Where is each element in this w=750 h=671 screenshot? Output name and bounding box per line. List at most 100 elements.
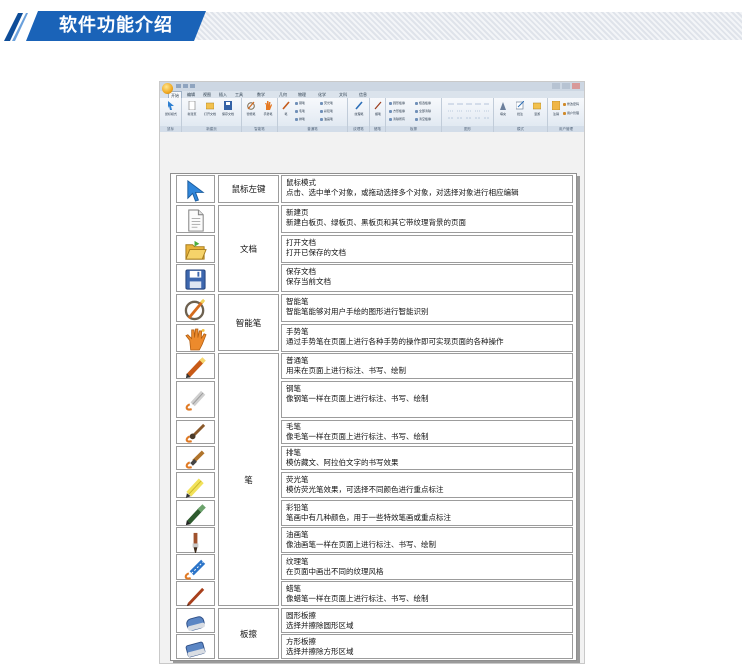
ribbon-group-pens: 笔 钢笔 毛笔 排笔 荧光笔 彩铅笔 油画笔 普通笔 (278, 98, 348, 132)
section-title: 软件功能介绍 (26, 11, 206, 41)
feature-row: 油画笔 像油画笔一样在页面上进行标注、书写、绘制 (281, 527, 573, 553)
ribbon-box-eraser-item[interactable]: 框选板擦 (415, 100, 431, 106)
gesture-hand-icon (265, 101, 272, 110)
minimize-icon[interactable] (552, 83, 560, 89)
ribbon-crayon-button[interactable]: 蜡笔 (372, 101, 384, 119)
ribbon-fountain-pen-item[interactable]: 钢笔 (295, 100, 305, 106)
tab-chemistry[interactable]: 化学 (315, 91, 329, 98)
ribbon-round-eraser-item[interactable]: 圆形板擦 (389, 100, 405, 106)
logout-icon (552, 101, 560, 110)
feature-icon-cell (176, 205, 215, 233)
ribbon-save-button[interactable]: 保存文档 (222, 101, 234, 119)
texture-pen-icon (184, 559, 206, 580)
new-page-icon (188, 101, 196, 110)
cursor-arrow-icon (168, 101, 174, 110)
tab-view[interactable]: 视图 (200, 91, 214, 98)
new-page-icon (188, 209, 204, 232)
feature-row: 新建页 新建白板页、绿板页、黑板页和其它带纹理背景的页面 (281, 205, 573, 233)
ribbon-clear-all-item[interactable]: 清除所有 (389, 116, 405, 122)
feature-row: 纹理笔 在页面中画出不同的纹理风格 (281, 554, 573, 580)
ribbon-open-button[interactable]: 打开文档 (204, 101, 216, 119)
tab-tools[interactable]: 工具 (232, 91, 246, 98)
ribbon-group-shapes: 图形 (442, 98, 494, 132)
feature-table: 鼠标左键 文档 智能笔 笔 板擦 鼠标模式 点击、选中单个对象，或拖动选择多个对… (170, 173, 577, 661)
feature-icon-cell (176, 175, 215, 203)
ribbon-annotate-button[interactable]: 批注 (514, 101, 526, 119)
quick-redo-icon[interactable] (190, 84, 195, 88)
smart-pen-icon (247, 101, 255, 110)
feature-row: 排笔 模仿藏文、阿拉伯文字的书写效果 (281, 446, 573, 470)
feature-row: 荧光笔 模仿荧光笔效果，可选择不同颜色进行重点标注 (281, 472, 573, 498)
ribbon-change-password-item[interactable]: 修改密码 (563, 101, 579, 107)
ribbon-logout-button[interactable]: 注销 (550, 101, 562, 119)
ribbon-square-eraser-item[interactable]: 方形板擦 (389, 108, 405, 114)
ribbon-tabs: 开始 编辑 视图 插入 工具 数学 几何 物理 化学 文科 信息 (160, 91, 584, 98)
pencil-icon (185, 357, 206, 379)
ribbon-texture-pen-button[interactable]: 纹理笔 (353, 101, 365, 119)
ribbon-smart-pen-button[interactable]: 智能笔 (245, 101, 257, 119)
pencil-icon (282, 101, 290, 110)
ribbon-empty-eraser-item[interactable]: 清空板擦 (415, 116, 431, 122)
ribbon-color-pencil-item[interactable]: 彩铅笔 (320, 108, 333, 114)
ribbon: 鼠标模式 鼠标 新建页 打开文档 保存文档 新建页 智能笔 手势笔 智能笔 笔 … (160, 98, 584, 133)
ribbon-erase-all-item[interactable]: 全部清除 (415, 108, 431, 114)
ribbon-group-document: 新建页 打开文档 保存文档 新建页 (182, 98, 242, 132)
close-icon[interactable] (572, 83, 580, 89)
save-disk-icon (185, 269, 206, 290)
maximize-icon[interactable] (562, 83, 570, 89)
feature-icon-cell (176, 472, 215, 499)
feature-icon-cell (176, 294, 215, 322)
feature-row: 打开文档 打开已保存的文档 (281, 235, 573, 263)
feature-icon-cell (176, 500, 215, 526)
ribbon-group-smart-pen: 智能笔 手势笔 智能笔 (242, 98, 278, 132)
oil-brush-icon (192, 532, 199, 554)
ribbon-pen-button[interactable]: 笔 (280, 101, 292, 119)
header-stripe (170, 12, 742, 40)
quick-save-icon[interactable] (176, 84, 181, 88)
tab-geometry[interactable]: 几何 (276, 91, 290, 98)
ribbon-new-page-button[interactable]: 新建页 (186, 101, 198, 119)
roam-icon (533, 102, 541, 110)
feature-row: 彩铅笔 笔画中有几种颜色，用于一些特效笔画或重点标注 (281, 500, 573, 526)
feature-icon-cell (176, 420, 215, 444)
app-orb-button[interactable] (162, 83, 173, 94)
category-document: 文档 (218, 205, 279, 292)
gesture-hand-icon (185, 328, 207, 351)
quick-undo-icon[interactable] (183, 84, 188, 88)
ribbon-group-user: 注销 修改密码 用户管理 用户管理 (548, 98, 584, 132)
brush-icon (185, 423, 206, 443)
tab-edit[interactable]: 编辑 (184, 91, 198, 98)
feature-row: 鼠标模式 点击、选中单个对象，或拖动选择多个对象，对选择对象进行相应编辑 (281, 175, 573, 203)
feature-row: 方形板擦 选择并擦除方形区域 (281, 634, 573, 659)
ribbon-roam-button[interactable]: 漫游 (531, 101, 543, 119)
tab-physics[interactable]: 物理 (295, 91, 309, 98)
ribbon-gesture-button[interactable]: 手势笔 (262, 101, 274, 119)
fill-icon (500, 102, 506, 110)
crayon-icon (374, 101, 382, 110)
tab-math[interactable]: 数学 (254, 91, 268, 98)
ribbon-group-mode: 填充 批注 漫游 模式 (494, 98, 548, 132)
title-bar (160, 82, 584, 91)
round-eraser-icon (186, 616, 205, 631)
tab-insert[interactable]: 插入 (216, 91, 230, 98)
tab-liberal-arts[interactable]: 文科 (336, 91, 350, 98)
ribbon-oil-brush-item[interactable]: 油画笔 (320, 116, 333, 122)
ribbon-flat-brush-item[interactable]: 排笔 (295, 116, 305, 122)
category-mouse: 鼠标左键 (218, 175, 279, 203)
ribbon-highlighter-item[interactable]: 荧光笔 (320, 100, 333, 106)
ribbon-group-crayon: 蜡笔 蜡笔 (370, 98, 386, 132)
tab-info[interactable]: 信息 (356, 91, 370, 98)
highlighter-icon (185, 478, 204, 499)
ribbon-fill-button[interactable]: 填充 (497, 101, 509, 119)
ribbon-group-mouse: 鼠标模式 鼠标 (160, 98, 182, 132)
ribbon-user-manage-item[interactable]: 用户管理 (563, 110, 579, 116)
smart-pen-icon (184, 298, 206, 321)
ribbon-brush-item[interactable]: 毛笔 (295, 108, 305, 114)
shape-gallery[interactable] (446, 101, 490, 123)
feature-row: 钢笔 像钢笔一样在页面上进行标注、书写、绘制 (281, 381, 573, 418)
ribbon-mouse-button[interactable]: 鼠标模式 (165, 101, 177, 119)
app-screenshot: 开始 编辑 视图 插入 工具 数学 几何 物理 化学 文科 信息 鼠标模式 鼠标… (159, 81, 585, 664)
feature-icon-cell (176, 264, 215, 292)
category-eraser: 板擦 (218, 608, 279, 659)
feature-icon-cell (176, 527, 215, 554)
